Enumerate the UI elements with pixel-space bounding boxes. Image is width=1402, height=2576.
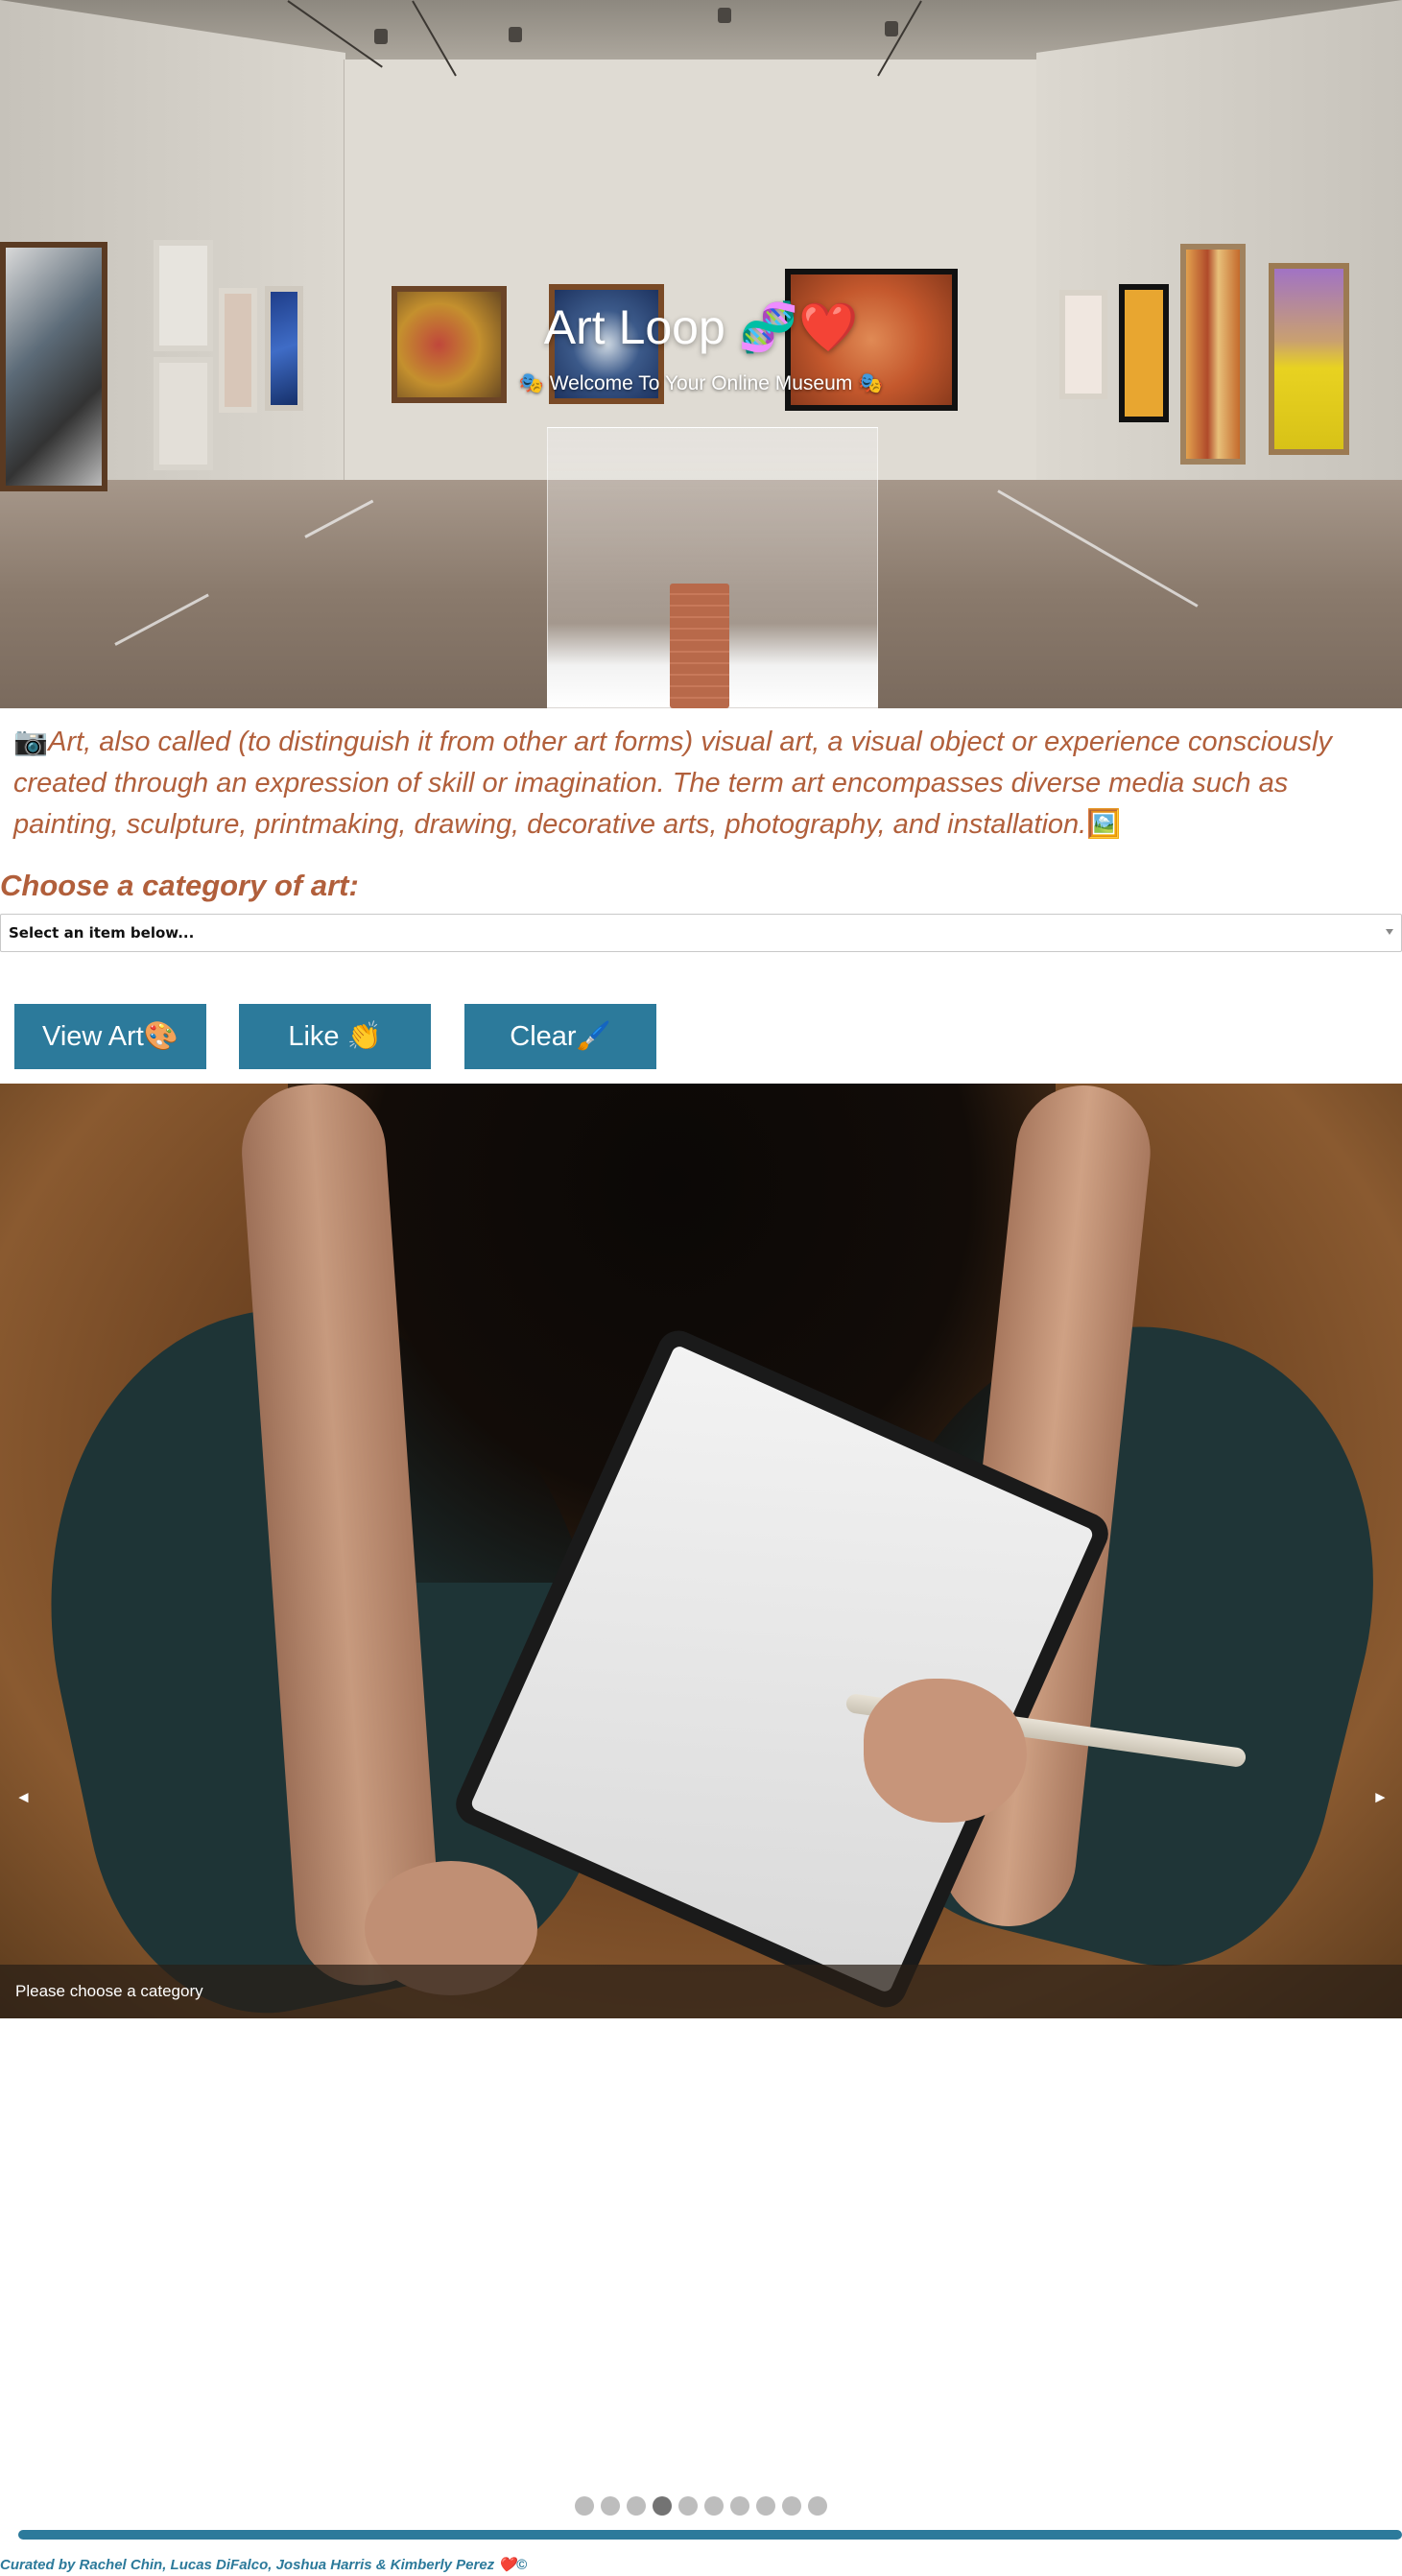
- slideshow-progress-bar: [18, 2530, 1402, 2540]
- like-button[interactable]: Like 👏: [239, 1004, 431, 1069]
- view-art-button[interactable]: View Art🎨: [14, 1004, 206, 1069]
- carousel-dot[interactable]: [808, 2496, 827, 2516]
- carousel-dot[interactable]: [575, 2496, 594, 2516]
- chevron-down-icon: [1386, 929, 1393, 935]
- carousel-prev-icon[interactable]: ◄: [15, 1788, 32, 1807]
- carousel-caption-bar: Please choose a category: [0, 1965, 1402, 2018]
- ceiling-lamp: [885, 21, 898, 36]
- site-subtitle: 🎭 Welcome To Your Online Museum 🎭: [518, 372, 884, 394]
- carousel-dot[interactable]: [601, 2496, 620, 2516]
- carousel-dot[interactable]: [756, 2496, 775, 2516]
- category-select-value: Select an item below...: [9, 924, 195, 942]
- carousel-dot[interactable]: [653, 2496, 672, 2516]
- art-description-text: Art, also called (to distinguish it from…: [13, 727, 1332, 840]
- brick-sculpture: [670, 584, 729, 708]
- category-select[interactable]: Select an item below...: [0, 914, 1402, 952]
- camera-icon: 📷: [13, 727, 49, 757]
- carousel-dot[interactable]: [627, 2496, 646, 2516]
- art-carousel[interactable]: [0, 1084, 1402, 2018]
- art-description: 📷Art, also called (to distinguish it fro…: [13, 722, 1390, 846]
- carousel-next-icon[interactable]: ►: [1372, 1788, 1389, 1807]
- framed-picture-icon: 🖼️: [1086, 809, 1122, 840]
- painting: [1269, 263, 1349, 455]
- painting: [0, 242, 107, 491]
- carousel-caption: Please choose a category: [15, 1982, 203, 2000]
- ceiling-lamp: [718, 8, 731, 23]
- ceiling-lamp: [374, 29, 388, 44]
- ceiling-lamp: [509, 27, 522, 42]
- carousel-dot[interactable]: [678, 2496, 698, 2516]
- carousel-indicators: [575, 2496, 827, 2516]
- category-label: Choose a category of art:: [0, 869, 359, 902]
- carousel-dot[interactable]: [782, 2496, 801, 2516]
- site-title: Art Loop 🧬❤️: [543, 300, 859, 354]
- clear-button[interactable]: Clear🖌️: [464, 1004, 656, 1069]
- carousel-dot[interactable]: [730, 2496, 749, 2516]
- carousel-dot[interactable]: [704, 2496, 724, 2516]
- footer-credits: Curated by Rachel Chin, Lucas DiFalco, J…: [0, 2557, 528, 2573]
